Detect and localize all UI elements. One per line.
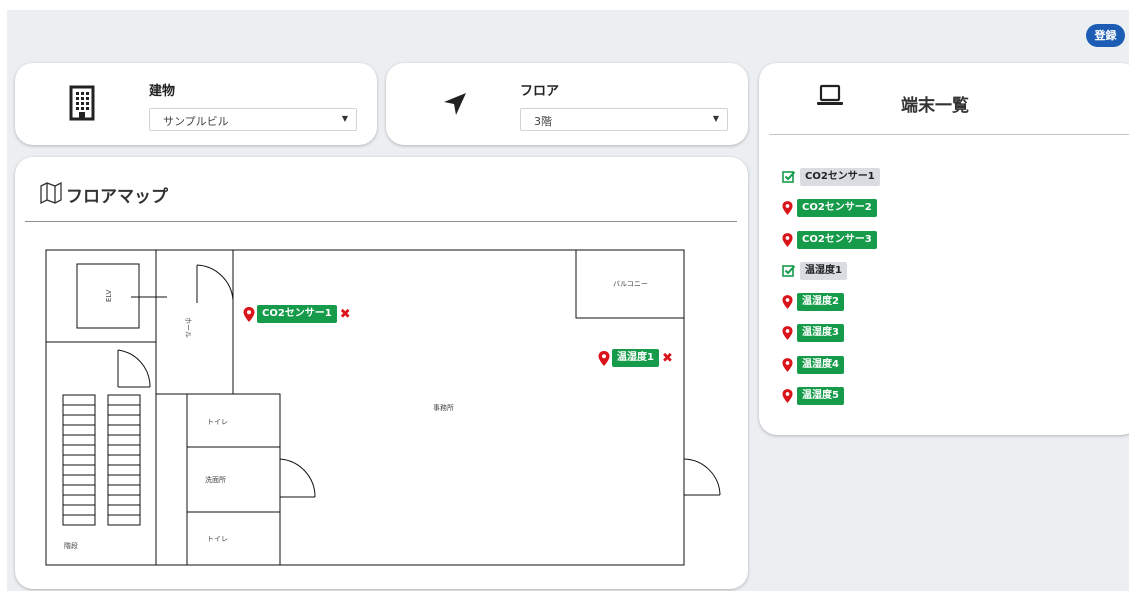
floor-selector-card: フロア 3階 ▼: [386, 63, 748, 145]
chevron-down-icon: ▼: [341, 114, 348, 123]
floor-map-card: フロアマップ ELV ホール バルコニー 事務所 トイレ 洗面所 トイレ 階段 …: [15, 157, 748, 589]
floor-select-value: 3階: [534, 115, 552, 128]
map-pin-icon: [782, 201, 793, 216]
device-list-item[interactable]: 温湿度1: [782, 261, 880, 293]
map-pin-icon: [598, 350, 610, 366]
room-label-office: 事務所: [433, 403, 454, 412]
chevron-down-icon: ▼: [712, 114, 719, 123]
device-list-item[interactable]: 温湿度3: [782, 324, 880, 355]
map-pin-icon: [782, 357, 793, 372]
building-select-value: サンプルビル: [163, 115, 229, 128]
floor-plan[interactable]: ELV ホール バルコニー 事務所 トイレ 洗面所 トイレ 階段: [15, 157, 748, 589]
map-marker[interactable]: CO2センサー1 ✖: [243, 305, 351, 323]
map-marker[interactable]: 温湿度1 ✖: [598, 349, 673, 367]
device-tag[interactable]: CO2センサー2: [797, 199, 877, 218]
laptop-icon: [817, 84, 843, 105]
building-selector-card: 建物 サンプルビル ▼: [15, 63, 377, 145]
device-list-item[interactable]: 温湿度5: [782, 387, 880, 418]
map-pin-icon: [243, 306, 255, 322]
device-tag[interactable]: 温湿度3: [797, 324, 844, 343]
device-tag[interactable]: 温湿度4: [797, 355, 844, 374]
device-tag[interactable]: CO2センサー3: [797, 230, 877, 249]
navigation-arrow-icon: [444, 93, 466, 115]
check-square-icon: [782, 171, 796, 183]
map-pin-icon: [782, 295, 793, 310]
divider: [769, 134, 1129, 135]
room-label-balcony: バルコニー: [613, 280, 648, 288]
device-list-title: 端末一覧: [901, 96, 969, 116]
device-list-item[interactable]: CO2センサー2: [782, 199, 880, 230]
device-list-card: 端末一覧 CO2センサー1 CO2センサー2 CO2センサー3 温湿度1 温湿度2 温湿度…: [759, 63, 1129, 435]
device-list: CO2センサー1 CO2センサー2 CO2センサー3 温湿度1 温湿度2 温湿度3 温湿度4…: [782, 168, 880, 418]
device-list-item[interactable]: CO2センサー3: [782, 230, 880, 262]
marker-label: CO2センサー1: [257, 305, 337, 323]
room-label-washroom: 洗面所: [205, 475, 226, 484]
map-pin-icon: [782, 232, 793, 247]
device-list-item[interactable]: 温湿度4: [782, 355, 880, 387]
room-label-stairs: 階段: [64, 541, 78, 550]
register-button[interactable]: 登録: [1086, 24, 1125, 47]
building-select[interactable]: サンプルビル ▼: [149, 108, 357, 131]
building-icon: [69, 85, 95, 121]
room-label-toilet: トイレ: [207, 418, 228, 426]
device-tag[interactable]: 温湿度5: [797, 387, 844, 406]
floor-label: フロア: [520, 84, 560, 99]
floor-select[interactable]: 3階 ▼: [520, 108, 728, 131]
room-label-hall: ホール: [184, 317, 192, 338]
device-list-item[interactable]: CO2センサー1: [782, 168, 880, 199]
close-icon[interactable]: ✖: [340, 308, 351, 321]
room-label-elv: ELV: [105, 289, 113, 302]
map-pin-icon: [782, 326, 793, 341]
device-tag[interactable]: 温湿度2: [797, 293, 844, 312]
check-square-icon: [782, 265, 796, 277]
map-pin-icon: [782, 389, 793, 403]
close-icon[interactable]: ✖: [662, 352, 673, 365]
device-tag[interactable]: 温湿度1: [800, 261, 847, 280]
marker-label: 温湿度1: [612, 349, 659, 367]
device-list-item[interactable]: 温湿度2: [782, 293, 880, 324]
building-label: 建物: [149, 84, 176, 99]
room-label-toilet: トイレ: [207, 535, 228, 543]
device-tag[interactable]: CO2センサー1: [800, 168, 880, 186]
